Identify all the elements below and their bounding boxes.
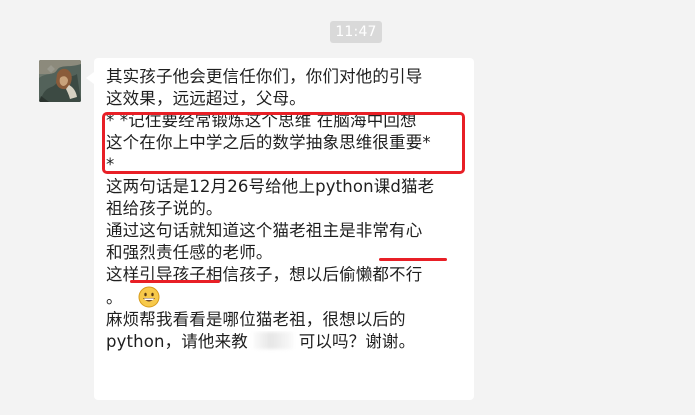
message-fragment: python，请他来教 — [106, 332, 248, 351]
sender-avatar[interactable] — [39, 60, 81, 102]
message-line: 这两句话是12月26号给他上python课d猫老 — [106, 177, 435, 196]
message-line: 麻烦帮我看看是哪位猫老祖，很想以后的 — [106, 310, 406, 329]
blurred-redaction — [253, 332, 294, 349]
avatar-image-icon — [39, 60, 81, 102]
chat-window: 11:47 其实孩子他会更信任你们，你们对他的引导 这效果，远远超过，父母。 *… — [0, 0, 695, 415]
message-fragment: 可以吗？谢谢。 — [298, 332, 416, 351]
message-line: 其实孩子他会更信任你们，你们对他的引导 — [106, 67, 423, 86]
message-fragment: 。 — [106, 288, 123, 307]
message-line: 这效果，远远超过，父母。 — [106, 89, 306, 108]
message-bubble[interactable]: 其实孩子他会更信任你们，你们对他的引导 这效果，远远超过，父母。 * *记住要经… — [86, 58, 474, 400]
message-line-with-redaction: python，请他来教 可以吗？谢谢。 — [106, 331, 462, 353]
red-underline — [379, 258, 447, 261]
red-underline — [130, 280, 220, 283]
message-line-with-emoji: 。 — [106, 286, 462, 309]
message-line: 祖给孩子说的。 — [106, 199, 223, 218]
grinning-face-emoji-icon — [138, 286, 160, 308]
highlighted-message-line: 这个在你上中学之后的数学抽象思维很重要* — [106, 133, 431, 152]
highlighted-message-line: * *记住要经常锻炼这个思维 在脑海中回想 — [106, 111, 417, 130]
highlighted-message-line: * — [106, 155, 115, 174]
message-timestamp: 11:47 — [330, 21, 382, 43]
message-line: 通过这句话就知道这个猫老祖主是非常有心 — [106, 221, 423, 240]
